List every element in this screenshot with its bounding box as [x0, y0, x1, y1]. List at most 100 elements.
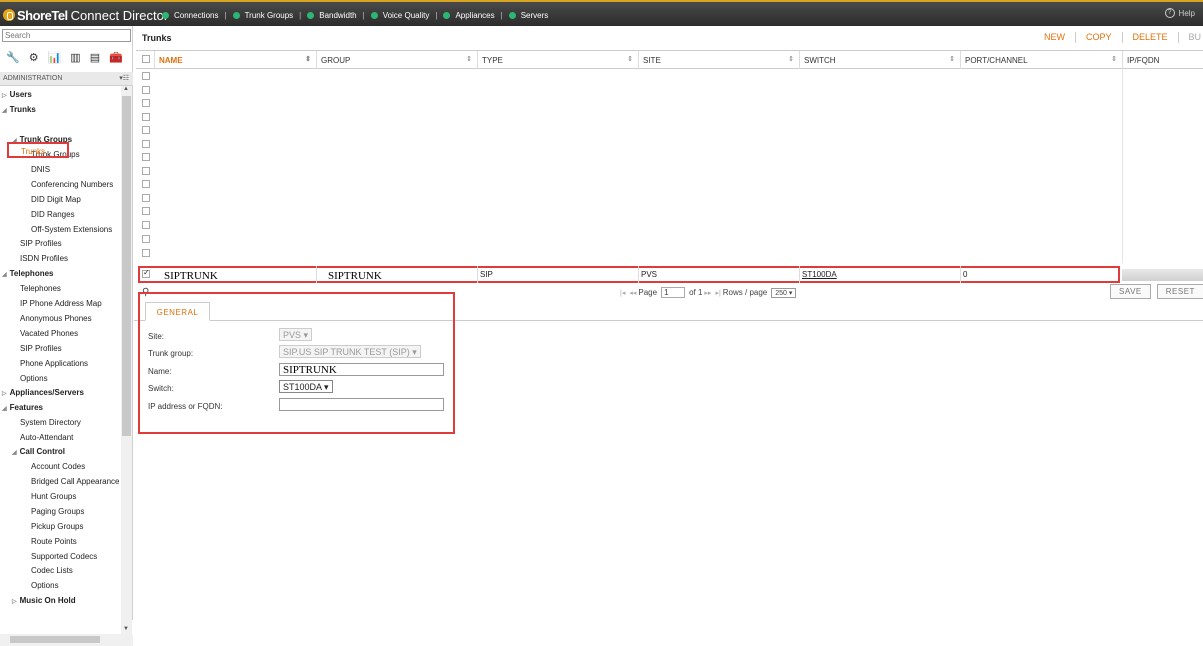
scrollbar-thumb[interactable]: [10, 636, 100, 643]
tree-call-control-folder[interactable]: ◢ Call Control: [12, 447, 65, 456]
tree-phone-applications[interactable]: Phone Applications: [20, 359, 88, 368]
nav-bandwidth[interactable]: Bandwidth: [307, 11, 357, 20]
col-type[interactable]: TYPE ⇕: [477, 51, 638, 69]
row-checkbox[interactable]: [142, 99, 150, 107]
cell-type[interactable]: SIP: [480, 270, 493, 279]
table-row-selected[interactable]: [138, 266, 1120, 283]
tree-did-ranges[interactable]: DID Ranges: [31, 210, 75, 219]
col-site[interactable]: SITE ⇕: [638, 51, 799, 69]
row-checkbox[interactable]: [142, 235, 150, 243]
scroll-up-icon[interactable]: ▲: [123, 86, 129, 92]
rows-per-page-select[interactable]: 250 ▾: [771, 287, 797, 298]
row-checkbox[interactable]: [142, 167, 150, 175]
tree-appliances-servers[interactable]: ▷ Appliances/Servers: [2, 388, 84, 397]
scrollbar-thumb[interactable]: [122, 96, 131, 436]
tree-codec-lists[interactable]: Codec Lists: [31, 566, 73, 575]
sidebar-horizontal-scrollbar[interactable]: [0, 634, 133, 646]
tree-features-folder[interactable]: ◢ Features: [2, 403, 43, 412]
gear-icon[interactable]: ⚙: [29, 51, 39, 64]
row-checkbox[interactable]: [142, 140, 150, 148]
tree-dnis[interactable]: DNIS: [31, 165, 50, 174]
row-checkbox-checked[interactable]: [142, 268, 150, 278]
tree-anonymous-phones[interactable]: Anonymous Phones: [20, 314, 92, 323]
page-number-input[interactable]: 1: [661, 287, 686, 298]
first-page-icon[interactable]: |◂: [620, 289, 625, 297]
cell-switch-link[interactable]: ST100DA: [802, 270, 837, 279]
wrench-icon[interactable]: 🔧: [6, 51, 20, 64]
copy-button[interactable]: COPY: [1076, 32, 1122, 42]
row-checkbox[interactable]: [142, 207, 150, 215]
next-page-icon[interactable]: ▸▸: [704, 289, 711, 297]
nav-servers[interactable]: Servers: [508, 11, 548, 20]
bulk-button[interactable]: BU: [1179, 32, 1202, 42]
tree-trunks-folder[interactable]: ◢ Trunks: [2, 105, 36, 114]
server-rack-icon[interactable]: ▥: [70, 51, 80, 64]
admin-section-header[interactable]: ADMINISTRATION ▾☷: [0, 72, 133, 86]
row-checkbox[interactable]: [142, 86, 150, 94]
tree-paging-groups[interactable]: Paging Groups: [31, 507, 84, 516]
help-link[interactable]: ? Help: [1164, 8, 1195, 18]
tree-phone-sip-profiles[interactable]: SIP Profiles: [20, 344, 62, 353]
row-checkbox[interactable]: [142, 221, 150, 229]
row-checkbox[interactable]: [142, 72, 150, 80]
select-all-checkbox[interactable]: [142, 55, 150, 63]
nav-trunk-groups[interactable]: Trunk Groups: [232, 11, 293, 20]
delete-button[interactable]: DELETE: [1123, 32, 1178, 42]
tree-phone-options[interactable]: Options: [20, 374, 48, 383]
sidebar-scrollbar[interactable]: ▲ ▼: [121, 86, 132, 634]
tree-auto-attendant[interactable]: Auto-Attendant: [20, 433, 73, 442]
tree-hunt-groups[interactable]: Hunt Groups: [31, 492, 76, 501]
toolbox-icon[interactable]: 🧰: [109, 51, 123, 64]
last-page-icon[interactable]: ▸|: [715, 289, 720, 297]
tree-route-points[interactable]: Route Points: [31, 537, 77, 546]
tree-conferencing-numbers[interactable]: Conferencing Numbers: [31, 180, 113, 189]
sidebar-item-trunks-selected[interactable]: Trunks: [7, 142, 69, 158]
search-input[interactable]: [2, 29, 131, 42]
row-checkbox[interactable]: [142, 180, 150, 188]
site-select[interactable]: PVS ▾: [279, 328, 313, 341]
nav-voice-quality[interactable]: Voice Quality: [370, 11, 429, 20]
cell-group[interactable]: SIPTRUNK: [328, 270, 382, 282]
row-checkbox[interactable]: [142, 194, 150, 202]
name-input[interactable]: SIPTRUNK: [279, 363, 444, 376]
scroll-down-icon[interactable]: ▼: [123, 626, 129, 632]
tree-account-codes[interactable]: Account Codes: [31, 462, 85, 471]
tree-users[interactable]: ▷ Users: [2, 90, 32, 99]
tree-sip-profiles[interactable]: SIP Profiles: [20, 239, 62, 248]
col-ip-fqdn[interactable]: IP/FQDN: [1122, 51, 1203, 69]
col-name[interactable]: NAME ⇕: [154, 51, 316, 69]
row-checkbox[interactable]: [142, 126, 150, 134]
row-checkbox[interactable]: [142, 113, 150, 121]
tree-music-on-hold[interactable]: ▷ Music On Hold: [12, 596, 76, 605]
tree-did-digit-map[interactable]: DID Digit Map: [31, 195, 81, 204]
collapse-icon[interactable]: ▾☷: [119, 74, 129, 82]
tree-vacated-phones[interactable]: Vacated Phones: [20, 329, 78, 338]
reset-button[interactable]: RESET: [1156, 284, 1203, 299]
new-button[interactable]: NEW: [1034, 32, 1075, 42]
tree-supported-codecs[interactable]: Supported Codecs: [31, 552, 97, 561]
save-button[interactable]: SAVE: [1110, 284, 1151, 299]
tree-ip-phone-address-map[interactable]: IP Phone Address Map: [20, 299, 102, 308]
trunk-group-select[interactable]: SIP.US SIP TRUNK TEST (SIP) ▾: [279, 345, 421, 358]
prev-page-icon[interactable]: ◂◂: [629, 289, 636, 297]
col-switch[interactable]: SWITCH ⇕: [799, 51, 960, 69]
row-checkbox[interactable]: [142, 249, 150, 257]
cell-name[interactable]: SIPTRUNK: [164, 270, 218, 282]
nav-connections[interactable]: Connections: [162, 11, 218, 20]
bar-chart-icon[interactable]: 📊: [48, 51, 62, 64]
col-group[interactable]: GROUP ⇕: [316, 51, 477, 69]
tree-bridged-call-appearance[interactable]: Bridged Call Appearance: [31, 477, 120, 486]
ip-fqdn-input[interactable]: [279, 398, 444, 411]
tree-system-directory[interactable]: System Directory: [20, 418, 81, 427]
tree-telephones[interactable]: Telephones: [20, 284, 61, 293]
tree-pickup-groups[interactable]: Pickup Groups: [31, 522, 83, 531]
cell-port-channel[interactable]: 0: [963, 270, 967, 279]
nav-appliances[interactable]: Appliances: [443, 11, 495, 20]
col-port-channel[interactable]: PORT/CHANNEL ⇕: [960, 51, 1122, 69]
switch-icon[interactable]: ▤: [90, 51, 100, 64]
row-checkbox[interactable]: [142, 153, 150, 161]
tree-telephones-folder[interactable]: ◢ Telephones: [2, 269, 53, 278]
tree-isdn-profiles[interactable]: ISDN Profiles: [20, 254, 68, 263]
tree-off-system-extensions[interactable]: Off-System Extensions: [31, 225, 112, 234]
switch-select[interactable]: ST100DA ▾: [279, 380, 333, 393]
